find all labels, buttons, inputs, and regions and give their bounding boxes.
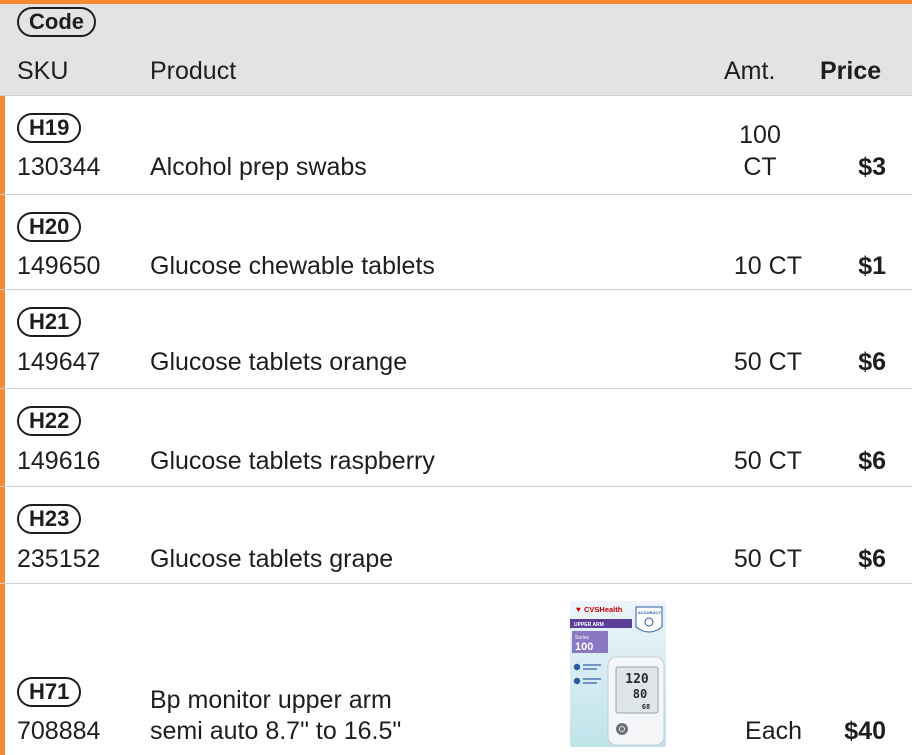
product-column-header: Product <box>150 57 237 85</box>
price-cell: $6 <box>858 545 886 573</box>
code-pill: H22 <box>17 406 82 436</box>
table-row: H21 149647 Glucose tablets orange 50 CT … <box>0 290 912 389</box>
table-row: H19 130344 Alcohol prep swabs 100 CT $3 <box>0 96 912 195</box>
sku-cell: 130344 <box>17 153 101 181</box>
price-cell: $6 <box>858 447 886 475</box>
sku-cell: 149650 <box>17 252 101 280</box>
product-cell: Glucose chewable tablets <box>150 252 435 280</box>
product-cell-line1: Bp monitor upper arm <box>150 686 392 714</box>
sku-cell: 149616 <box>17 447 101 475</box>
table-row: H22 149616 Glucose tablets raspberry 50 … <box>0 389 912 487</box>
amt-cell-line2: CT <box>743 153 777 181</box>
sku-cell: 708884 <box>17 717 101 745</box>
amt-cell: 50 CT <box>733 545 802 573</box>
display-pulse-text: 68 <box>642 703 650 711</box>
product-cell: Glucose tablets raspberry <box>150 447 435 475</box>
accuracy-badge-text: ACCURACY <box>638 610 661 615</box>
price-cell: $1 <box>858 252 886 280</box>
display-sys-text: 120 <box>625 672 649 687</box>
price-cell: $40 <box>844 717 886 745</box>
table-header: Code SKU Product Amt. Price <box>0 4 912 96</box>
table-row: H71 708884 Bp monitor upper arm semi aut… <box>0 584 912 755</box>
amt-cell: 10 CT <box>733 252 802 280</box>
table-row: H20 149650 Glucose chewable tablets 10 C… <box>0 195 912 290</box>
code-pill: H20 <box>17 212 82 242</box>
bp-monitor-product-image: ♥ CVSHealth UPPER ARM ACCURACY Series 10… <box>570 601 666 747</box>
type-label-text: UPPER ARM <box>574 622 604 628</box>
price-list-sheet: Code SKU Product Amt. Price H19 130344 A… <box>0 0 912 755</box>
sku-column-header: SKU <box>17 57 69 85</box>
table-row: H23 235152 Glucose tablets grape 50 CT $… <box>0 487 912 584</box>
code-pill: H19 <box>17 113 82 143</box>
product-cell: Alcohol prep swabs <box>150 153 367 181</box>
amt-column-header: Amt. <box>724 57 776 85</box>
product-cell-line2: semi auto 8.7" to 16.5" <box>150 717 402 745</box>
series-number-text: 100 <box>575 641 593 653</box>
sku-cell: 149647 <box>17 348 101 376</box>
price-cell: $3 <box>858 153 886 181</box>
sku-cell: 235152 <box>17 545 101 573</box>
amt-cell: 50 CT <box>733 447 802 475</box>
product-cell: Glucose tablets orange <box>150 348 408 376</box>
amt-cell: 50 CT <box>733 348 802 376</box>
product-cell: Glucose tablets grape <box>150 545 394 573</box>
code-pill: H23 <box>17 504 82 534</box>
brand-logo-text: CVSHealth <box>584 605 623 614</box>
code-header-pill: Code <box>17 7 96 37</box>
amt-cell-line1: 100 <box>739 121 781 149</box>
price-column-header: Price <box>820 57 882 85</box>
code-pill: H21 <box>17 307 82 337</box>
svg-text:♥: ♥ <box>576 605 581 614</box>
amt-cell: Each <box>745 717 802 745</box>
price-cell: $6 <box>858 348 886 376</box>
display-dia-text: 80 <box>633 687 647 701</box>
code-pill: H71 <box>17 677 82 707</box>
